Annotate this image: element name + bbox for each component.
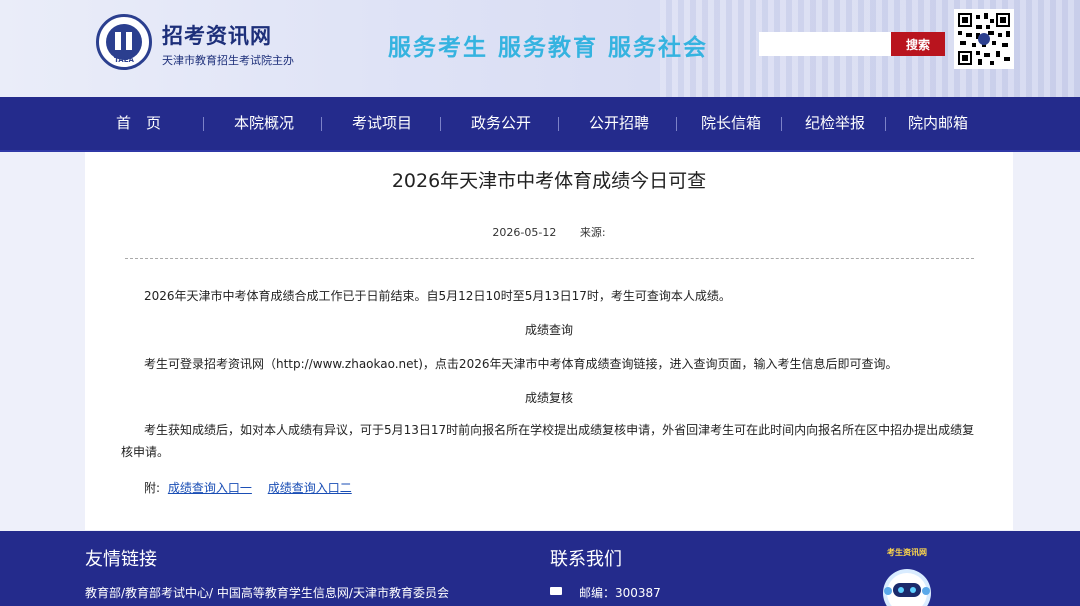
article-date: 2026-05-12 [492, 226, 557, 239]
nav-item-about[interactable]: 本院概况 [234, 97, 294, 150]
section-heading-query: 成绩查询 [524, 323, 573, 337]
friend-links-heading: 友情链接 [85, 549, 157, 570]
query-entry-link-2[interactable]: 成绩查询入口二 [268, 481, 352, 495]
article-paragraph: 考生获知成绩后，如对本人成绩有异议，可于5月13日17时前向报名所在学校提出成绩… [121, 423, 975, 459]
qr-code [954, 9, 1014, 69]
mascot-image: 考生资讯网 [874, 545, 940, 606]
site-name[interactable]: 招考资讯网 [162, 20, 272, 50]
nav-item-exams[interactable]: 考试项目 [352, 97, 412, 150]
nav-item-home[interactable]: 首 页 [116, 97, 161, 150]
article-paragraph: 考生可登录招考资讯网（http://www.zhaokao.net)，点击202… [144, 357, 898, 371]
postcode: 邮编：300387 [579, 586, 661, 600]
nav-divider [676, 117, 677, 131]
article-divider [125, 258, 974, 259]
nav-divider [321, 117, 322, 131]
friend-links[interactable]: 教育部/教育部考试中心/ 中国高等教育学生信息网/天津市教育委员会 [85, 584, 449, 601]
mascot-caption: 考生资讯网 [887, 547, 927, 557]
query-entry-link-1[interactable]: 成绩查询入口一 [168, 481, 252, 495]
nav-divider [440, 117, 441, 131]
nav-divider [781, 117, 782, 131]
attachments-label: 附: [144, 481, 161, 495]
article-title: 2026年天津市中考体育成绩今日可查 [391, 170, 707, 192]
article: 2026年天津市中考体育成绩今日可查 2026-05-12 来源: 2026年天… [85, 152, 1013, 530]
attachments: 附: 成绩查询入口一 成绩查询入口二 [144, 479, 352, 496]
site-footer: 友情链接 教育部/教育部考试中心/ 中国高等教育学生信息网/天津市教育委员会 联… [0, 531, 1080, 606]
logo-text: TAEA [114, 56, 134, 64]
section-heading-review: 成绩复核 [524, 391, 573, 405]
nav-divider [203, 117, 204, 131]
nav-divider [558, 117, 559, 131]
site-logo[interactable]: TAEA [96, 14, 152, 70]
article-meta: 2026-05-12 来源: [85, 224, 1013, 240]
qr-code-icon [956, 11, 1012, 67]
nav-item-public-affairs[interactable]: 政务公开 [471, 97, 531, 150]
article-paragraph: 2026年天津市中考体育成绩合成工作已于日前结束。自5月12日10时至5月13日… [144, 289, 731, 303]
main-nav: 首 页 本院概况 考试项目 政务公开 公开招聘 院长信箱 纪检举报 院内邮箱 [0, 97, 1080, 152]
nav-divider [885, 117, 886, 131]
contact-heading: 联系我们 [550, 549, 622, 570]
nav-item-report[interactable]: 纪检举报 [805, 97, 865, 150]
nav-item-internal-mail[interactable]: 院内邮箱 [908, 97, 968, 150]
logo-emblem-icon [106, 24, 142, 60]
article-source-label: 来源: [579, 226, 606, 239]
search-input[interactable] [759, 32, 891, 56]
mail-icon [550, 587, 562, 595]
site-header: TAEA 招考资讯网 天津市教育招生考试院主办 服务考生 服务教育 服务社会 搜… [0, 0, 1080, 97]
search-button[interactable]: 搜索 [891, 32, 945, 56]
site-subtitle: 天津市教育招生考试院主办 [162, 54, 294, 67]
nav-item-director-mailbox[interactable]: 院长信箱 [701, 97, 761, 150]
header-slogan: 服务考生 服务教育 服务社会 [388, 35, 709, 61]
nav-item-recruitment[interactable]: 公开招聘 [589, 97, 649, 150]
mascot-robot-icon: 考生资讯网 [883, 547, 931, 606]
